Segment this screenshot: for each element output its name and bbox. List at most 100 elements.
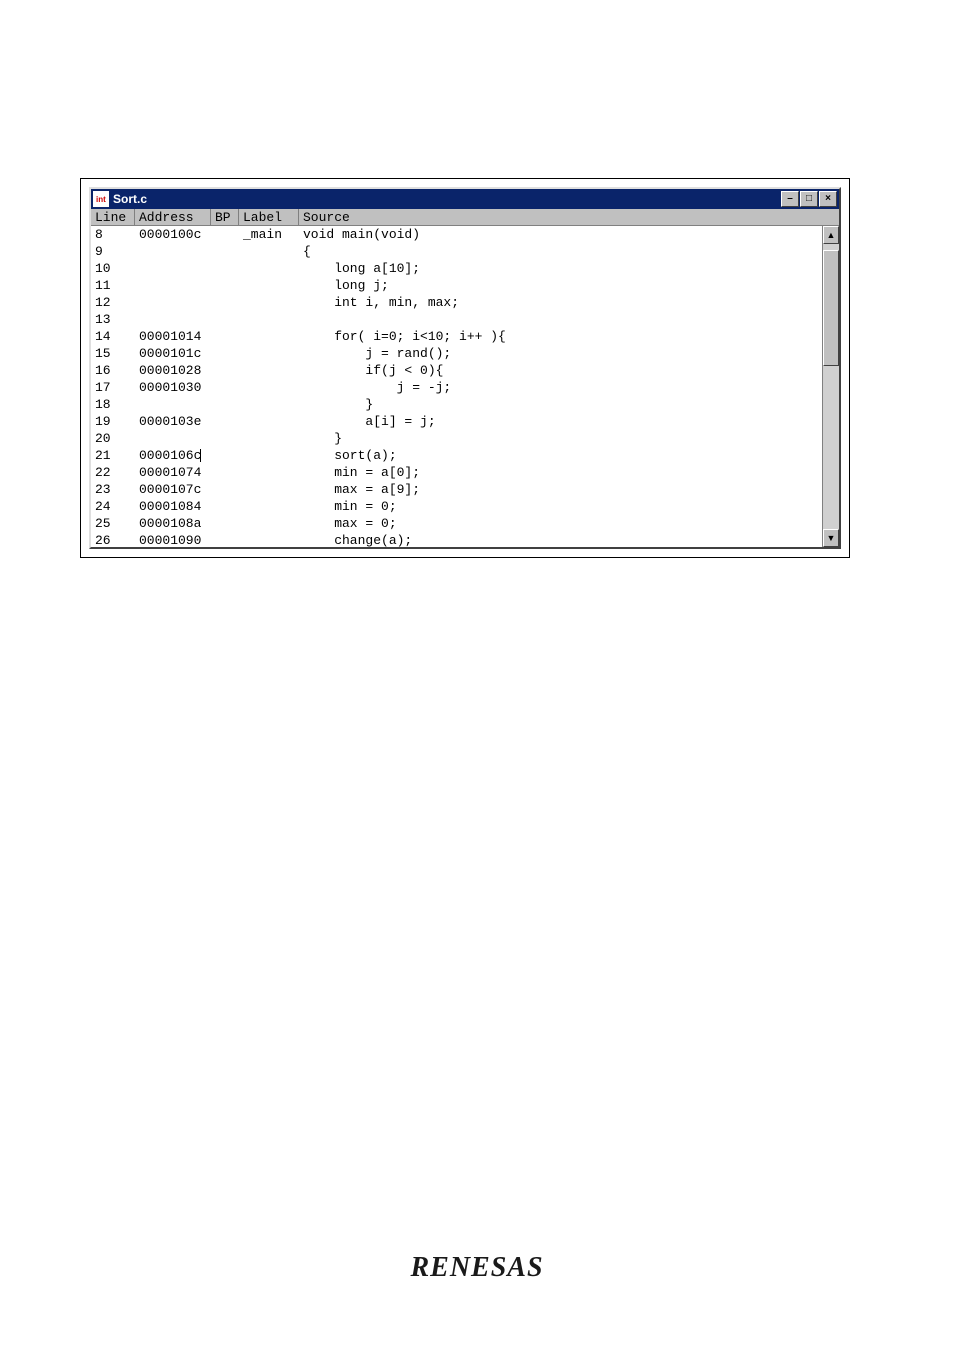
svg-text:int: int — [96, 195, 106, 204]
cell-bp[interactable] — [211, 379, 239, 396]
source-table[interactable]: 80000100c_mainvoid main(void)9{10 long a… — [91, 226, 822, 547]
cell-bp[interactable] — [211, 260, 239, 277]
table-row[interactable]: 2200001074 min = a[0]; — [91, 464, 822, 481]
cell-address — [135, 311, 211, 328]
cell-line: 16 — [91, 362, 135, 379]
cell-label — [239, 277, 299, 294]
scroll-down-button[interactable]: ▼ — [823, 529, 839, 547]
cell-label — [239, 294, 299, 311]
cell-line: 26 — [91, 532, 135, 547]
column-header-line[interactable]: Line — [91, 209, 135, 225]
app-icon: int — [93, 191, 109, 207]
cell-source: a[i] = j; — [299, 413, 822, 430]
cell-label — [239, 311, 299, 328]
cell-source: min = 0; — [299, 498, 822, 515]
close-button[interactable]: × — [819, 191, 837, 207]
table-row[interactable]: 12 int i, min, max; — [91, 294, 822, 311]
cell-bp[interactable] — [211, 328, 239, 345]
scroll-up-button[interactable]: ▲ — [823, 226, 839, 244]
table-row[interactable]: 20 } — [91, 430, 822, 447]
cell-bp[interactable] — [211, 430, 239, 447]
table-row[interactable]: 150000101c j = rand(); — [91, 345, 822, 362]
text-caret — [200, 449, 201, 462]
cell-line: 22 — [91, 464, 135, 481]
scrollbar-thumb[interactable] — [823, 250, 839, 366]
table-row[interactable]: 11 long j; — [91, 277, 822, 294]
cell-address: 0000103e — [135, 413, 211, 430]
column-header-source[interactable]: Source — [299, 209, 839, 225]
table-row[interactable]: 18 } — [91, 396, 822, 413]
cell-label — [239, 362, 299, 379]
table-row[interactable]: 1700001030 j = -j; — [91, 379, 822, 396]
column-header-label[interactable]: Label — [239, 209, 299, 225]
vertical-scrollbar[interactable]: ▲ ▼ — [822, 226, 839, 547]
table-row[interactable]: 9{ — [91, 243, 822, 260]
cell-label — [239, 345, 299, 362]
cell-label — [239, 515, 299, 532]
cell-address — [135, 243, 211, 260]
table-row[interactable]: 2600001090 change(a); — [91, 532, 822, 547]
table-row[interactable]: 250000108a max = 0; — [91, 515, 822, 532]
cell-line: 17 — [91, 379, 135, 396]
cell-bp[interactable] — [211, 515, 239, 532]
cell-bp[interactable] — [211, 294, 239, 311]
cell-bp[interactable] — [211, 345, 239, 362]
cell-address: 0000107c — [135, 481, 211, 498]
cell-bp[interactable] — [211, 413, 239, 430]
scrollbar-track[interactable] — [823, 244, 839, 529]
column-header-bp[interactable]: BP — [211, 209, 239, 225]
minimize-button[interactable]: – — [781, 191, 799, 207]
cell-line: 9 — [91, 243, 135, 260]
cell-bp[interactable] — [211, 362, 239, 379]
cell-source: max = 0; — [299, 515, 822, 532]
cell-line: 14 — [91, 328, 135, 345]
cell-bp[interactable] — [211, 447, 239, 464]
cell-bp[interactable] — [211, 532, 239, 547]
cell-address — [135, 277, 211, 294]
cell-bp[interactable] — [211, 481, 239, 498]
cell-line: 23 — [91, 481, 135, 498]
cell-bp[interactable] — [211, 498, 239, 515]
table-row[interactable]: 10 long a[10]; — [91, 260, 822, 277]
table-row[interactable]: 190000103e a[i] = j; — [91, 413, 822, 430]
table-row[interactable]: 2400001084 min = 0; — [91, 498, 822, 515]
cell-source: long j; — [299, 277, 822, 294]
table-row[interactable]: 1400001014 for( i=0; i<10; i++ ){ — [91, 328, 822, 345]
window-titlebar[interactable]: int Sort.c – □ × — [91, 189, 839, 209]
cell-address — [135, 430, 211, 447]
cell-source: for( i=0; i<10; i++ ){ — [299, 328, 822, 345]
cell-source: max = a[9]; — [299, 481, 822, 498]
cell-address: 0000101c — [135, 345, 211, 362]
column-header-address[interactable]: Address — [135, 209, 211, 225]
cell-source: { — [299, 243, 822, 260]
cell-label — [239, 447, 299, 464]
cell-label — [239, 498, 299, 515]
brand-logo: RENESAS — [410, 1252, 543, 1284]
cell-address: 0000106c — [135, 447, 211, 464]
cell-line: 24 — [91, 498, 135, 515]
cell-label — [239, 413, 299, 430]
cell-source: } — [299, 430, 822, 447]
cell-line: 12 — [91, 294, 135, 311]
table-row[interactable]: 210000106c sort(a); — [91, 447, 822, 464]
cell-source: long a[10]; — [299, 260, 822, 277]
source-window: int Sort.c – □ × Line Address BP Label S… — [89, 187, 841, 549]
cell-bp[interactable] — [211, 226, 239, 243]
table-row[interactable]: 1600001028 if(j < 0){ — [91, 362, 822, 379]
cell-source — [299, 311, 822, 328]
column-header-row: Line Address BP Label Source — [91, 209, 839, 226]
table-row[interactable]: 13 — [91, 311, 822, 328]
cell-source: min = a[0]; — [299, 464, 822, 481]
cell-label — [239, 481, 299, 498]
maximize-button[interactable]: □ — [800, 191, 818, 207]
cell-bp[interactable] — [211, 311, 239, 328]
table-row[interactable]: 80000100c_mainvoid main(void) — [91, 226, 822, 243]
cell-line: 13 — [91, 311, 135, 328]
table-row[interactable]: 230000107c max = a[9]; — [91, 481, 822, 498]
cell-bp[interactable] — [211, 396, 239, 413]
cell-bp[interactable] — [211, 464, 239, 481]
cell-bp[interactable] — [211, 277, 239, 294]
cell-address: 00001090 — [135, 532, 211, 547]
cell-label — [239, 379, 299, 396]
cell-bp[interactable] — [211, 243, 239, 260]
